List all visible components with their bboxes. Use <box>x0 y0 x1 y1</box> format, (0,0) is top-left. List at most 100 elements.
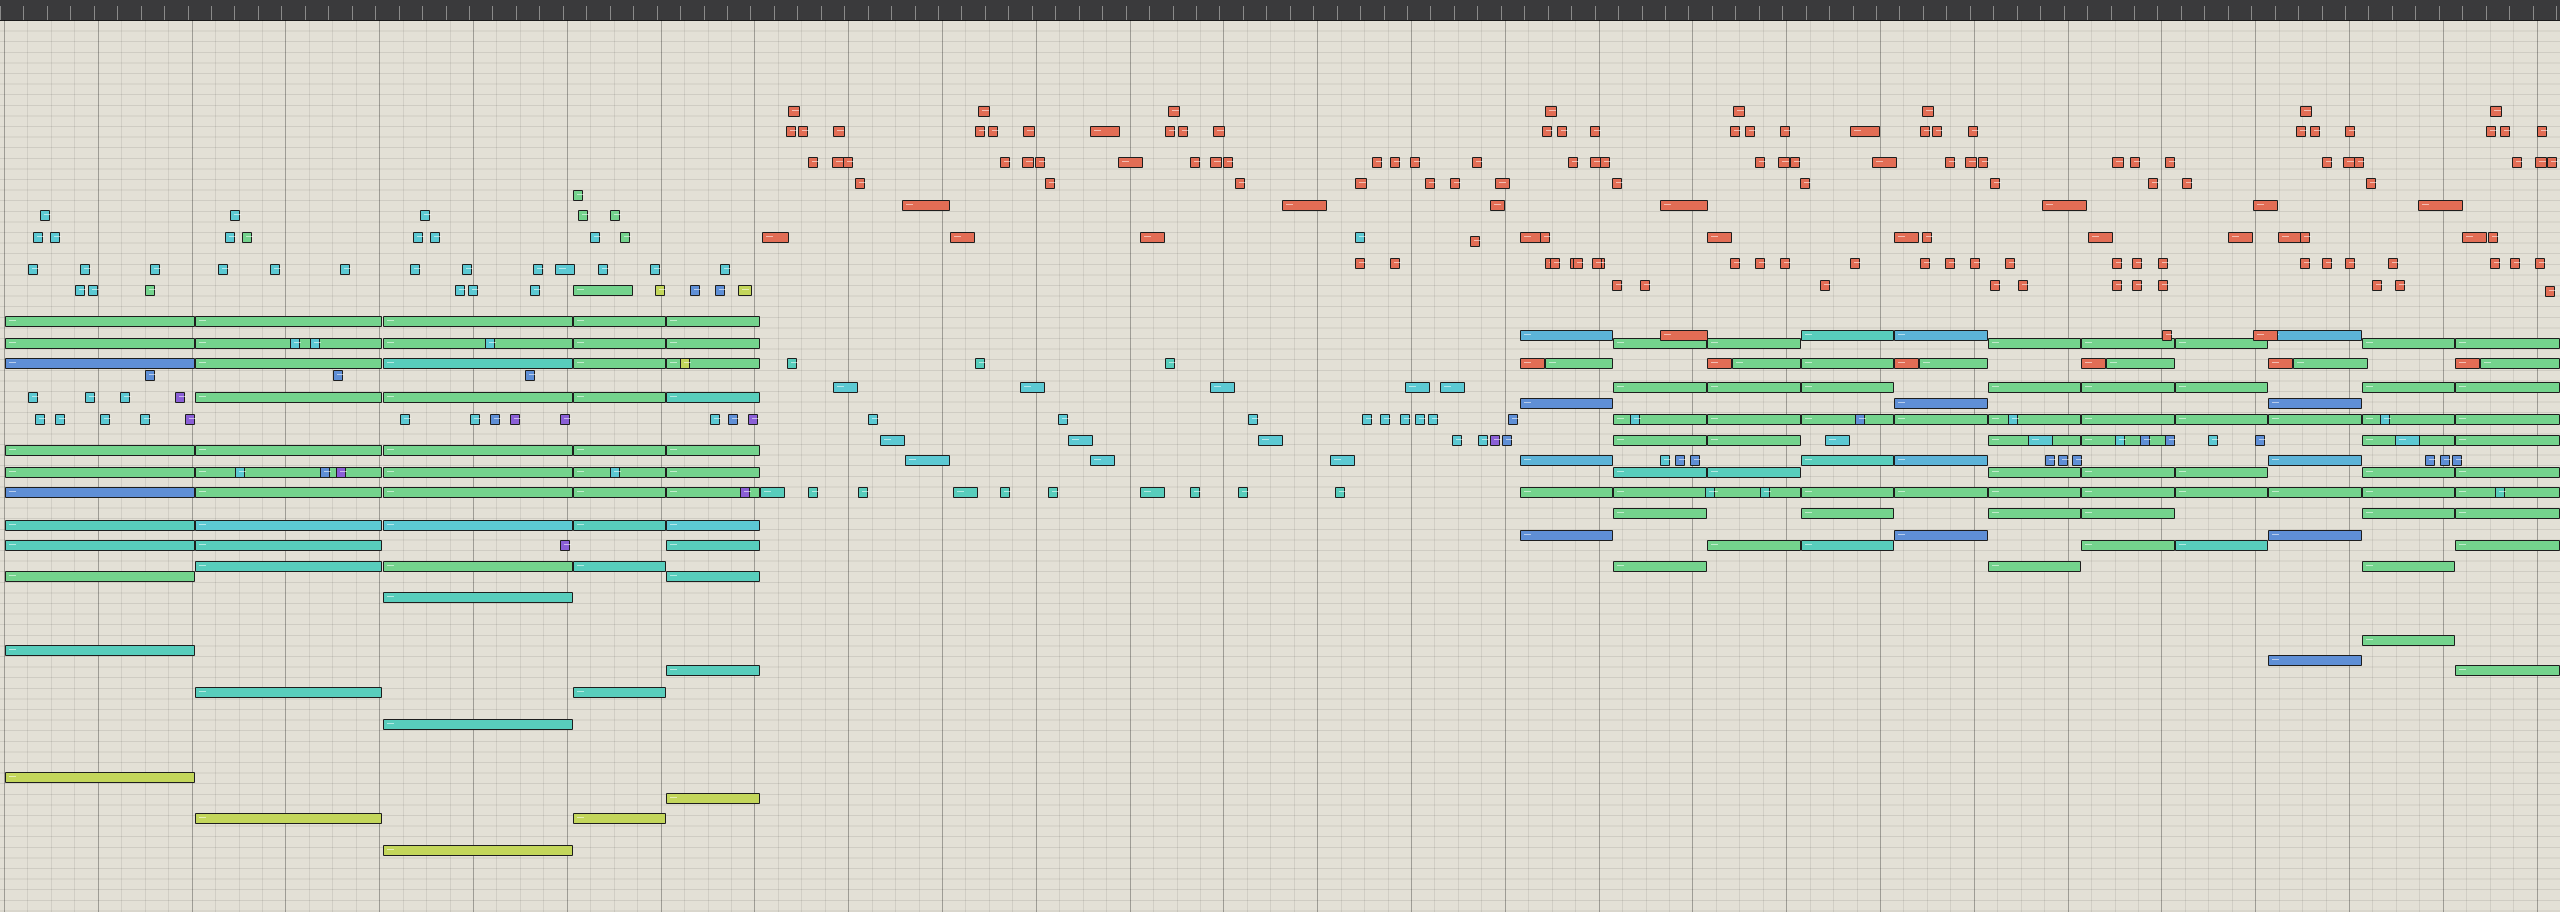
midi-note[interactable] <box>1801 382 1894 393</box>
midi-note[interactable] <box>2175 540 2268 551</box>
midi-note[interactable] <box>1045 178 1056 189</box>
midi-note[interactable] <box>1335 487 1346 498</box>
midi-note[interactable] <box>1800 178 1811 189</box>
midi-note[interactable] <box>1801 358 1894 369</box>
midi-note[interactable] <box>2130 157 2141 168</box>
midi-note[interactable] <box>2300 258 2311 269</box>
midi-note[interactable] <box>1258 435 1283 446</box>
midi-note[interactable] <box>1425 178 1436 189</box>
midi-note[interactable] <box>1990 178 2001 189</box>
midi-note[interactable] <box>975 126 986 137</box>
midi-note[interactable] <box>2354 157 2365 168</box>
midi-note[interactable] <box>868 414 879 425</box>
midi-note[interactable] <box>2028 435 2053 446</box>
midi-note[interactable] <box>383 358 573 369</box>
midi-note[interactable] <box>2490 258 2501 269</box>
midi-note[interactable] <box>1965 157 1977 168</box>
midi-note[interactable] <box>140 414 151 425</box>
midi-note[interactable] <box>490 414 501 425</box>
midi-note[interactable] <box>1520 530 1613 541</box>
midi-note[interactable] <box>1545 358 1613 369</box>
midi-note[interactable] <box>2362 467 2455 478</box>
timeline-ruler[interactable] <box>0 0 2560 21</box>
midi-note[interactable] <box>2228 232 2253 243</box>
midi-note[interactable] <box>1894 487 1988 498</box>
midi-note[interactable] <box>185 414 196 425</box>
midi-note[interactable] <box>1613 414 1707 425</box>
midi-note[interactable] <box>5 316 195 327</box>
midi-note[interactable] <box>2345 126 2356 137</box>
midi-note[interactable] <box>2088 232 2113 243</box>
midi-note[interactable] <box>242 232 253 243</box>
midi-note[interactable] <box>2268 455 2362 466</box>
midi-note[interactable] <box>1613 435 1707 446</box>
midi-note[interactable] <box>1894 414 1988 425</box>
midi-note[interactable] <box>1640 280 1651 291</box>
midi-note[interactable] <box>2112 280 2123 291</box>
midi-note[interactable] <box>1801 330 1894 341</box>
midi-note[interactable] <box>2208 435 2219 446</box>
midi-note[interactable] <box>1855 414 1866 425</box>
midi-note[interactable] <box>1140 487 1165 498</box>
midi-note[interactable] <box>383 316 573 327</box>
midi-note[interactable] <box>2455 414 2560 425</box>
midi-note[interactable] <box>383 392 573 403</box>
midi-note[interactable] <box>1894 358 1919 369</box>
piano-roll-grid[interactable] <box>0 20 2560 912</box>
midi-note[interactable] <box>1355 232 1366 243</box>
midi-note[interactable] <box>5 772 195 783</box>
midi-note[interactable] <box>1405 382 1430 393</box>
midi-note[interactable] <box>1978 157 1989 168</box>
midi-note[interactable] <box>5 571 195 582</box>
midi-note[interactable] <box>2081 487 2175 498</box>
midi-note[interactable] <box>2480 358 2560 369</box>
midi-note[interactable] <box>1390 258 1401 269</box>
midi-note[interactable] <box>320 467 331 478</box>
midi-note[interactable] <box>5 358 195 369</box>
midi-note[interactable] <box>2175 382 2268 393</box>
midi-note[interactable] <box>978 106 990 117</box>
midi-note[interactable] <box>1613 487 1707 498</box>
midi-note[interactable] <box>2058 455 2069 466</box>
midi-note[interactable] <box>5 338 195 349</box>
midi-note[interactable] <box>100 414 111 425</box>
midi-note[interactable] <box>1801 455 1894 466</box>
midi-note[interactable] <box>1520 398 1613 409</box>
midi-note[interactable] <box>1988 487 2081 498</box>
midi-note[interactable] <box>2455 435 2560 446</box>
midi-note[interactable] <box>1165 126 1176 137</box>
midi-note[interactable] <box>2425 455 2436 466</box>
midi-note[interactable] <box>2322 258 2333 269</box>
midi-note[interactable] <box>2512 157 2523 168</box>
midi-note[interactable] <box>1178 126 1189 137</box>
midi-note[interactable] <box>1932 126 1943 137</box>
midi-note[interactable] <box>843 157 854 168</box>
midi-note[interactable] <box>1945 258 1956 269</box>
midi-note[interactable] <box>2293 358 2368 369</box>
midi-note[interactable] <box>2535 258 2546 269</box>
midi-note[interactable] <box>2488 232 2499 243</box>
midi-note[interactable] <box>2380 414 2391 425</box>
midi-note[interactable] <box>1660 455 1671 466</box>
midi-note[interactable] <box>740 487 751 498</box>
midi-note[interactable] <box>1732 358 1801 369</box>
midi-note[interactable] <box>573 358 666 369</box>
midi-note[interactable] <box>1520 455 1613 466</box>
midi-note[interactable] <box>383 338 573 349</box>
midi-note[interactable] <box>728 414 739 425</box>
midi-note[interactable] <box>975 358 986 369</box>
midi-note[interactable] <box>2362 382 2455 393</box>
midi-note[interactable] <box>666 392 760 403</box>
midi-note[interactable] <box>1248 414 1259 425</box>
midi-note[interactable] <box>218 264 229 275</box>
midi-note[interactable] <box>2018 280 2029 291</box>
midi-note[interactable] <box>2486 126 2497 137</box>
midi-note[interactable] <box>1520 487 1613 498</box>
midi-note[interactable] <box>1372 157 1383 168</box>
midi-note[interactable] <box>1470 236 1481 247</box>
midi-note[interactable] <box>573 316 666 327</box>
midi-note[interactable] <box>666 520 760 531</box>
midi-note[interactable] <box>195 358 382 369</box>
midi-note[interactable] <box>1730 126 1741 137</box>
midi-note[interactable] <box>2455 338 2560 349</box>
